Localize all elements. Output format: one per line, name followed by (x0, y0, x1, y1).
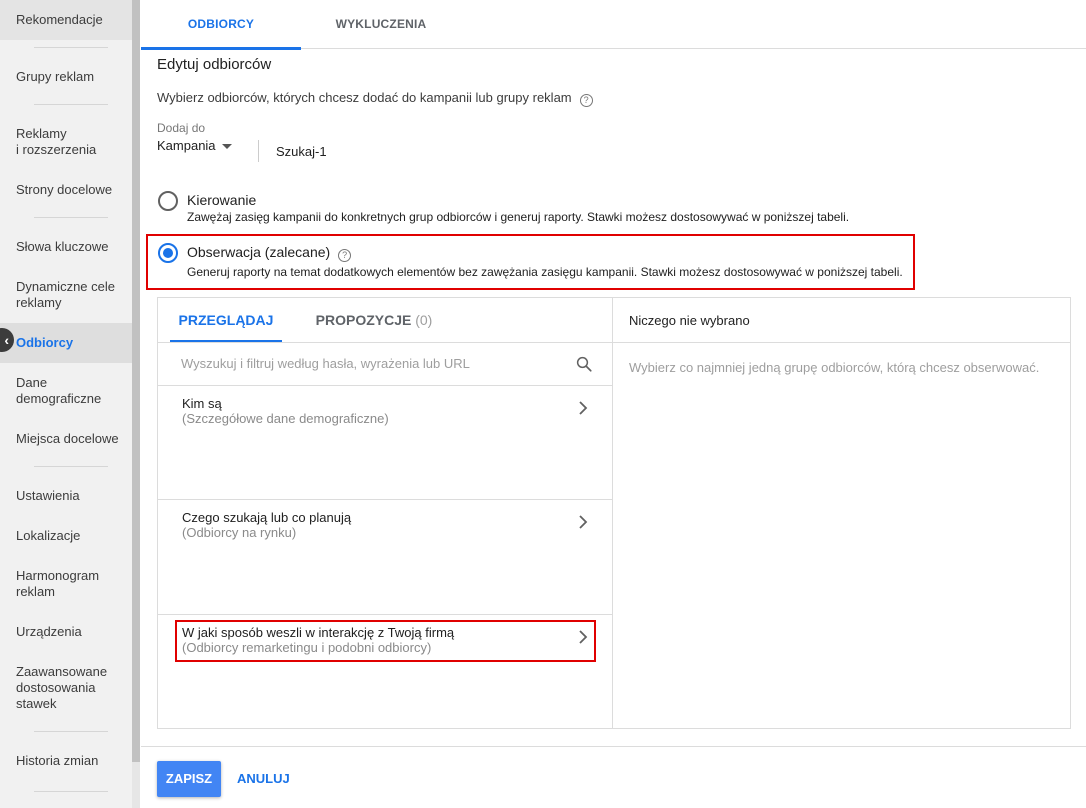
tab-odbiorcy[interactable]: ODBIORCY (141, 0, 301, 50)
radio-obserwacja[interactable] (158, 243, 178, 263)
row-divider (158, 614, 612, 615)
sidebar-scrollbar[interactable] (132, 0, 140, 808)
row-divider (158, 499, 612, 500)
selection-hint: Wybierz co najmniej jedną grupę odbiorcó… (629, 360, 1040, 375)
sidebar-divider (34, 791, 108, 792)
sidebar: Rekomendacje Grupy reklam Reklamy i rozs… (0, 0, 132, 808)
category-title[interactable]: Czego szukają lub co planują (182, 510, 351, 525)
search-input[interactable]: Wyszukuj i filtruj według hasła, wyrażen… (181, 356, 470, 371)
add-to-label: Dodaj do (157, 121, 206, 135)
sidebar-item-historia-zmian[interactable]: Historia zmian (0, 753, 132, 769)
sidebar-item-harmonogram[interactable]: Harmonogram reklam (0, 568, 132, 600)
instruction-label: Wybierz odbiorców, których chcesz dodać … (157, 90, 572, 105)
radio-kierowanie[interactable] (158, 191, 178, 211)
selection-divider (613, 342, 1070, 343)
sidebar-item-strony-docelowe[interactable]: Strony docelowe (0, 182, 132, 198)
radio-obserwacja-title: Obserwacja (zalecane)? (187, 244, 352, 262)
panel-divider (612, 297, 613, 729)
selection-header: Niczego nie wybrano (629, 313, 750, 328)
tab-propozycje-label: PROPOZYCJE (315, 312, 412, 328)
cancel-button[interactable]: ANULUJ (237, 761, 290, 797)
add-to-dropdown[interactable]: Kampania (157, 138, 216, 153)
sidebar-item-odbiorcy[interactable]: Odbiorcy (0, 323, 132, 363)
divider (258, 140, 259, 162)
sidebar-item-lokalizacje[interactable]: Lokalizacje (0, 528, 132, 544)
dropdown-arrow-icon[interactable] (222, 144, 232, 149)
sidebar-item-reklamy[interactable]: Reklamy i rozszerzenia (0, 126, 132, 158)
tab-przegladaj[interactable]: PRZEGLĄDAJ (170, 298, 282, 342)
footer-divider (141, 746, 1086, 747)
sidebar-item-ustawienia[interactable]: Ustawienia (0, 488, 132, 504)
search-icon[interactable] (575, 355, 593, 373)
row-divider (158, 385, 612, 386)
campaign-name: Szukaj-1 (276, 144, 327, 159)
tab-divider (158, 342, 612, 343)
radio-obserwacja-label: Obserwacja (zalecane) (187, 244, 331, 260)
highlight-box (146, 234, 915, 290)
category-subtitle: (Odbiorcy na rynku) (182, 525, 297, 540)
category-subtitle: (Szczegółowe dane demograficzne) (182, 411, 389, 426)
sidebar-divider (34, 731, 108, 732)
sidebar-item-dane-demograficzne[interactable]: Dane demograficzne (0, 375, 132, 407)
top-tabs: ODBIORCY WYKLUCZENIA (141, 0, 1086, 50)
instruction-text: Wybierz odbiorców, których chcesz dodać … (157, 90, 593, 107)
sidebar-item-slowa-kluczowe[interactable]: Słowa kluczowe (0, 239, 132, 255)
tab-propozycje-count: (0) (415, 312, 433, 328)
radio-kierowanie-title: Kierowanie (187, 192, 257, 208)
tab-wykluczenia[interactable]: WYKLUCZENIA (301, 0, 461, 49)
scrollbar-thumb[interactable] (132, 0, 140, 762)
sidebar-item-dynamiczne-cele[interactable]: Dynamiczne cele reklamy (0, 279, 132, 311)
sidebar-item-grupy-reklam[interactable]: Grupy reklam (0, 69, 132, 85)
chevron-right-icon[interactable] (578, 630, 588, 644)
help-icon[interactable]: ? (579, 94, 593, 107)
chevron-right-icon[interactable] (578, 515, 588, 529)
sidebar-item-urzadzenia[interactable]: Urządzenia (0, 624, 132, 640)
category-title[interactable]: Kim są (182, 396, 222, 411)
sidebar-item-rekomendacje[interactable]: Rekomendacje (0, 0, 132, 40)
sidebar-divider (34, 466, 108, 467)
sidebar-divider (34, 47, 108, 48)
chevron-right-icon[interactable] (578, 401, 588, 415)
page-title: Edytuj odbiorców (157, 56, 272, 73)
sidebar-divider (34, 217, 108, 218)
sidebar-item-miejsca-docelowe[interactable]: Miejsca docelowe (0, 431, 132, 447)
sidebar-divider (34, 104, 108, 105)
help-icon[interactable]: ? (338, 249, 352, 262)
sidebar-item-zaawansowane[interactable]: Zaawansowane dostosowania stawek (0, 664, 132, 712)
save-button[interactable]: ZAPISZ (157, 761, 221, 797)
radio-obserwacja-description: Generuj raporty na temat dodatkowych ele… (187, 265, 903, 279)
category-subtitle: (Odbiorcy remarketingu i podobni odbiorc… (182, 640, 432, 655)
category-title[interactable]: W jaki sposób weszli w interakcję z Twoj… (182, 625, 454, 640)
tab-propozycje[interactable]: PROPOZYCJE (0) (306, 298, 442, 342)
radio-kierowanie-description: Zawężaj zasięg kampanii do konkretnych g… (187, 210, 850, 224)
